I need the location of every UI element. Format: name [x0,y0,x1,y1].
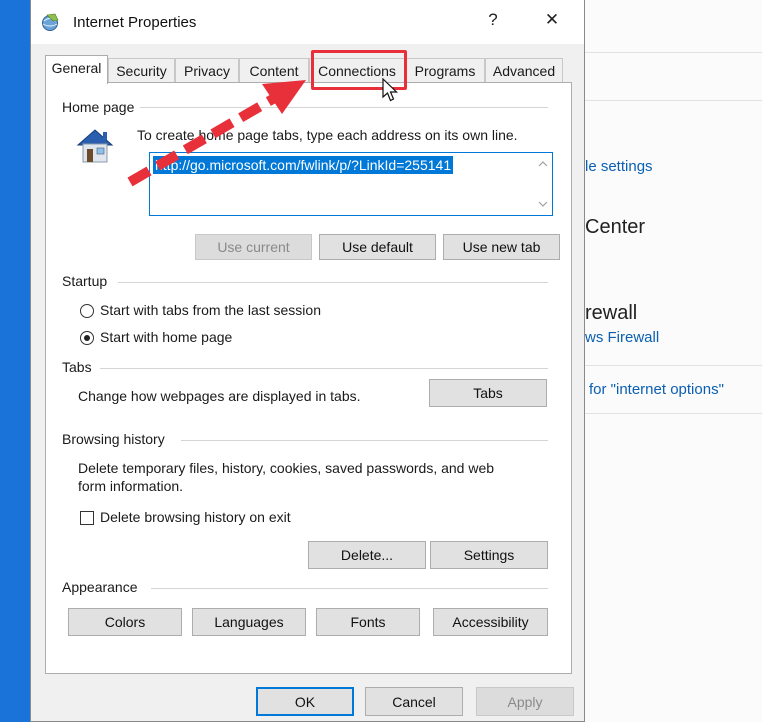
bg-link-firewall[interactable]: ws Firewall [585,329,659,346]
radio-last-session-label[interactable]: Start with tabs from the last session [100,302,321,318]
internet-globe-icon [42,13,59,31]
title-bar: Internet Properties ? ✕ [31,0,584,44]
accessibility-button[interactable]: Accessibility [433,608,548,636]
dialog-title: Internet Properties [73,14,197,31]
tab-advanced[interactable]: Advanced [485,58,563,82]
delete-on-exit-checkbox[interactable] [80,511,94,525]
tab-general[interactable]: General [45,55,108,84]
apply-button[interactable]: Apply [476,687,574,716]
use-current-button[interactable]: Use current [195,234,312,260]
close-icon[interactable]: ✕ [537,10,567,30]
delete-on-exit-label[interactable]: Delete browsing history on exit [100,509,291,525]
tabs-button[interactable]: Tabs [429,379,547,407]
radio-home-page-label[interactable]: Start with home page [100,329,232,345]
tab-security[interactable]: Security [108,58,175,82]
ok-button[interactable]: OK [256,687,354,716]
tab-content[interactable]: Content [239,58,309,82]
fonts-button[interactable]: Fonts [316,608,420,636]
background-settings-window: le settings Center rewall ws Firewall fo… [585,0,762,722]
internet-properties-dialog: Internet Properties ? ✕ General Security… [30,0,585,722]
delete-button[interactable]: Delete... [308,541,426,569]
group-divider [118,282,548,283]
home-page-input[interactable]: http://go.microsoft.com/fwlink/p/?LinkId… [149,152,553,216]
tabs-description: Change how webpages are displayed in tab… [78,388,361,404]
startup-label: Startup [62,273,114,289]
divider [585,100,762,101]
divider [585,413,762,414]
divider [585,365,762,366]
home-page-url: http://go.microsoft.com/fwlink/p/?LinkId… [153,156,454,174]
group-divider [151,588,548,589]
use-new-tab-button[interactable]: Use new tab [443,234,560,260]
bg-heading-center: Center [585,216,646,238]
home-page-instruction: To create home page tabs, type each addr… [137,127,518,143]
cancel-button[interactable]: Cancel [365,687,463,716]
bg-link-settings[interactable]: le settings [585,158,653,175]
home-page-label: Home page [62,99,141,115]
group-divider [100,368,548,369]
help-button[interactable]: ? [478,10,508,30]
tabs-section-label: Tabs [62,359,98,375]
general-tab-panel: Home page To create home page tabs, type… [45,82,572,674]
appearance-label: Appearance [62,579,144,595]
browsing-history-description-2: form information. [78,478,184,494]
radio-home-page[interactable] [80,331,94,345]
group-divider [181,440,548,441]
divider [585,52,762,53]
house-icon [76,129,114,163]
group-divider [134,107,548,108]
languages-button[interactable]: Languages [192,608,306,636]
browsing-history-description: Delete temporary files, history, cookies… [78,460,495,476]
radio-last-session[interactable] [80,304,94,318]
tab-programs[interactable]: Programs [405,58,485,82]
tab-privacy[interactable]: Privacy [175,58,239,82]
scroll-up-icon[interactable] [538,161,548,167]
bg-heading-firewall: rewall [585,302,638,324]
settings-button[interactable]: Settings [430,541,548,569]
bg-link-search[interactable]: for "internet options" [589,381,724,398]
scroll-down-icon[interactable] [538,201,548,207]
colors-button[interactable]: Colors [68,608,182,636]
use-default-button[interactable]: Use default [319,234,436,260]
home-page-scrollbar[interactable] [534,153,552,215]
mouse-cursor-icon [382,78,398,102]
browsing-history-label: Browsing history [62,431,171,447]
